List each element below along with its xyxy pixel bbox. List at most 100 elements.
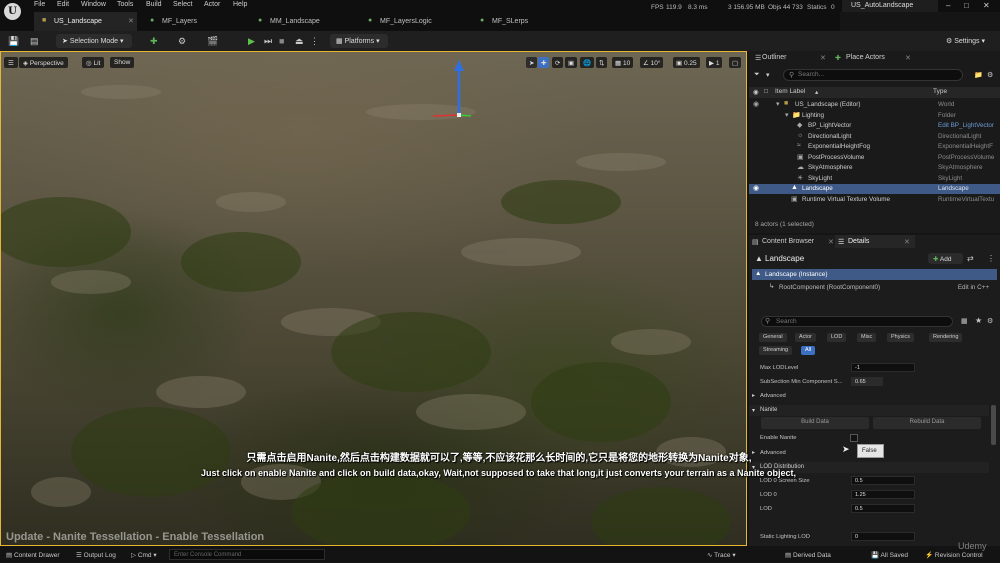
rotation-snap-button[interactable]: ∠ 10°	[640, 57, 664, 68]
filter-streaming[interactable]: Streaming	[759, 346, 793, 355]
details-search-input[interactable]: Search	[761, 316, 953, 327]
grid-snap-button[interactable]: ▦ 10	[612, 57, 634, 68]
tab-place-actors[interactable]: Place Actors	[846, 54, 885, 61]
outliner-search-input[interactable]: Search...	[783, 69, 963, 81]
filter-icon[interactable]: ⏷	[754, 71, 760, 79]
property-matrix-icon[interactable]: ▦	[961, 317, 968, 325]
outliner-close-icon[interactable]: ✕	[820, 54, 826, 62]
filter-lod[interactable]: LOD	[827, 333, 847, 342]
blueprint-convert-icon[interactable]: ⇄	[967, 254, 974, 263]
perspective-button[interactable]: ◈ Perspective	[19, 57, 68, 68]
translate-tool-icon[interactable]: ✚	[538, 57, 550, 68]
menu-tools[interactable]: Tools	[117, 1, 133, 8]
outliner-row-lighting[interactable]: ▾ 📁 Lighting Folder	[749, 111, 1000, 121]
more-options-icon[interactable]: ⋮	[310, 36, 319, 46]
all-saved-button[interactable]: 💾 All Saved	[871, 551, 908, 559]
lit-button[interactable]: ◎ Lit	[82, 57, 105, 68]
content-browser-close-icon[interactable]: ✕	[828, 238, 834, 246]
menu-select[interactable]: Select	[173, 1, 192, 8]
static-lighting-lod-field[interactable]: 0	[851, 532, 915, 541]
component-row-root[interactable]: ↳ RootComponent (RootComponent0) Edit in…	[752, 282, 997, 293]
step-icon[interactable]: ⏭	[264, 36, 272, 46]
platforms-button[interactable]: ▦ Platforms ▾	[330, 34, 388, 48]
item-label-header[interactable]: Item Label	[775, 88, 805, 95]
close-icon[interactable]: ✕	[983, 1, 990, 10]
max-lod-field[interactable]: -1	[851, 363, 915, 372]
nanite-section-header[interactable]: ▾ Nanite	[749, 405, 989, 416]
details-close-icon[interactable]: ✕	[904, 238, 910, 246]
menu-actor[interactable]: Actor	[204, 1, 220, 8]
expand-arrow-icon[interactable]: ▾	[776, 100, 780, 108]
outliner-row-heightfog[interactable]: ≈ ExponentialHeightFog ExponentialHeight…	[749, 142, 1000, 152]
menu-build[interactable]: Build	[146, 1, 162, 8]
tab-us-landscape[interactable]: ■ US_Landscape ✕	[34, 12, 137, 31]
surface-snap-icon[interactable]: ⇅	[596, 57, 608, 68]
outliner-row-postprocess[interactable]: ▣ PostProcessVolume PostProcessVolume	[749, 153, 1000, 163]
expand-arrow-icon[interactable]: ▾	[785, 111, 789, 119]
tab-details[interactable]: ☰ Details	[835, 235, 915, 248]
filter-actor[interactable]: Actor	[795, 333, 816, 342]
build-data-button[interactable]: Build Data	[761, 417, 869, 429]
tab-outliner[interactable]: Outliner	[762, 54, 787, 61]
outliner-row-bp-lightvector[interactable]: ◆ BP_LightVector Edit BP_LightVector	[749, 121, 1000, 131]
visibility-eye-icon[interactable]: ◉	[753, 184, 759, 192]
eject-icon[interactable]: ⏏	[295, 36, 304, 46]
filter-misc[interactable]: Misc	[857, 333, 877, 342]
rebuild-data-button[interactable]: Rebuild Data	[873, 417, 981, 429]
menu-window[interactable]: Window	[81, 1, 106, 8]
outliner-row-landscape[interactable]: ◉ ▲ Landscape Landscape	[749, 184, 1000, 195]
add-actor-icon[interactable]: ✚	[150, 36, 158, 46]
menu-file[interactable]: File	[34, 1, 45, 8]
unreal-logo-icon[interactable]: U	[4, 3, 21, 20]
menu-help[interactable]: Help	[233, 1, 247, 8]
maximize-icon[interactable]: □	[964, 1, 969, 10]
advanced-expander[interactable]: ▸ Advanced	[749, 391, 989, 401]
world-space-icon[interactable]: 🌐	[580, 57, 595, 68]
revision-control-button[interactable]: ⚡ Revision Control	[925, 551, 983, 559]
minimize-icon[interactable]: –	[946, 1, 950, 10]
outliner-row-world[interactable]: ◉ ▾ ■ US_Landscape (Editor) World	[749, 100, 1000, 110]
outliner-row-directionallight[interactable]: ☼ DirectionalLight DirectionalLight	[749, 132, 1000, 142]
details-settings-icon[interactable]: ⚙	[987, 317, 993, 325]
project-tab[interactable]: US_AutoLandscape	[842, 0, 938, 12]
scale-tool-icon[interactable]: ▣	[565, 57, 578, 68]
subsection-field[interactable]: 0.65	[851, 377, 883, 386]
edit-blueprint-link[interactable]: Edit BP_LightVector	[938, 122, 994, 129]
cinematics-icon[interactable]: 🎬	[207, 36, 218, 46]
new-folder-icon[interactable]: 📁	[974, 71, 983, 79]
viewport-maximize-icon[interactable]: ▢	[729, 57, 742, 68]
content-drawer-button[interactable]: ▤ Content Drawer	[6, 551, 60, 559]
outliner-row-rvt-volume[interactable]: ▣ Runtime Virtual Texture Volume Runtime…	[749, 195, 1000, 205]
outliner-settings-icon[interactable]: ⚙	[987, 71, 993, 79]
filter-rendering[interactable]: Rendering	[929, 333, 963, 342]
filter-all[interactable]: All	[801, 346, 816, 355]
tab-mf-layerslogic[interactable]: ● MF_LayersLogic	[360, 12, 465, 31]
outliner-row-skyatmosphere[interactable]: ☁ SkyAtmosphere SkyAtmosphere	[749, 163, 1000, 173]
show-button[interactable]: Show	[110, 57, 135, 68]
select-tool-icon[interactable]: ➤	[526, 57, 538, 68]
filter-physics[interactable]: Physics	[887, 333, 914, 342]
visibility-eye-icon[interactable]: ◉	[753, 100, 759, 108]
more-icon[interactable]: ⋮	[987, 254, 995, 263]
tab-close-icon[interactable]: ✕	[128, 17, 134, 25]
selection-mode-button[interactable]: ➤ Selection Mode ▾	[56, 34, 132, 48]
play-icon[interactable]: ▶	[248, 36, 255, 46]
content-icon[interactable]: ▤	[30, 36, 39, 46]
blueprint-icon[interactable]: ⚙	[178, 36, 186, 46]
camera-speed-button[interactable]: ▶ 1	[706, 57, 723, 68]
filter-general[interactable]: General	[759, 333, 787, 342]
tab-mm-landscape[interactable]: ● MM_Landscape	[250, 12, 355, 31]
save-icon[interactable]: 💾	[8, 36, 19, 46]
lod0-field[interactable]: 1.25	[851, 490, 915, 499]
enable-nanite-checkbox[interactable]	[850, 434, 858, 442]
stop-icon[interactable]: ■	[279, 36, 284, 46]
tab-mf-layers[interactable]: ● MF_Layers	[142, 12, 247, 31]
edit-in-cpp-link[interactable]: Edit in C++	[958, 284, 989, 291]
output-log-button[interactable]: ☰ Output Log	[76, 551, 116, 559]
rotate-tool-icon[interactable]: ⟳	[552, 57, 564, 68]
details-scrollbar[interactable]	[991, 405, 996, 445]
derived-data-button[interactable]: ▤ Derived Data	[785, 551, 831, 559]
lod-field[interactable]: 0.5	[851, 504, 915, 513]
viewport-menu-icon[interactable]: ☰	[4, 57, 18, 68]
tab-mf-slerps[interactable]: ● MF_SLerps	[472, 12, 577, 31]
